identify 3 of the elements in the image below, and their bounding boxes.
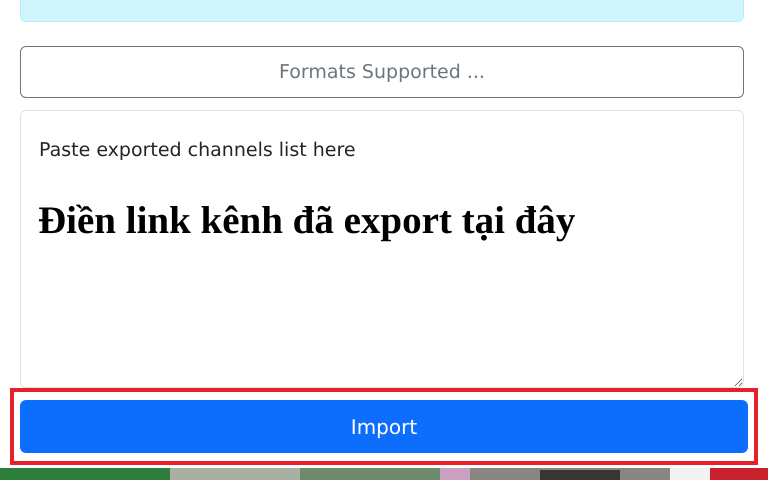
annotation-text: Điền link kênh đã export tại đây bbox=[38, 198, 576, 243]
import-button[interactable]: Import bbox=[20, 400, 748, 453]
formats-supported-button[interactable]: Formats Supported ... bbox=[20, 46, 744, 98]
